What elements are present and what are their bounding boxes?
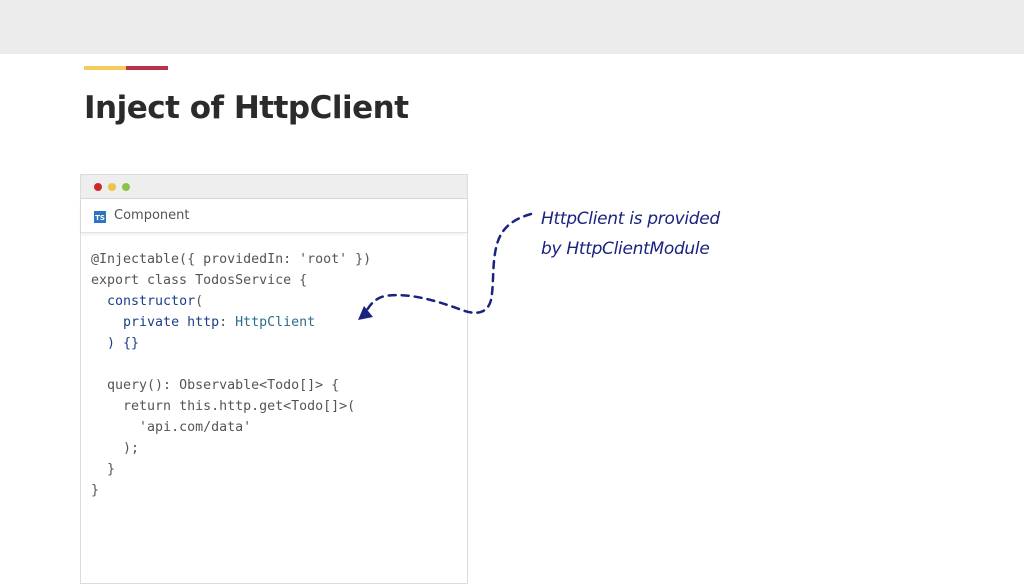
code-line: 'api.com/data': [91, 417, 371, 438]
annotation-line-2: by HttpClientModule: [541, 239, 710, 259]
editor-tab-bar: TS Component: [81, 199, 467, 233]
code-token: (: [195, 294, 204, 309]
tab-component[interactable]: Component: [114, 208, 189, 223]
annotation-line-1: HttpClient is provided: [541, 209, 720, 229]
code-token: constructor: [107, 294, 196, 309]
typescript-icon: TS: [94, 211, 106, 223]
code-token: private http: [123, 315, 220, 330]
code-line: ) {}: [91, 333, 371, 354]
maximize-dot-icon[interactable]: [122, 183, 130, 191]
code-line: constructor(: [91, 291, 371, 312]
code-token: ) {}: [107, 336, 140, 351]
editor-titlebar: [81, 175, 467, 199]
code-line: export class TodosService {: [91, 270, 371, 291]
slide-title: Inject of HttpClient: [84, 90, 409, 126]
accent-bar-red: [126, 66, 168, 70]
code-editor-window: TS Component @Injectable({ providedIn: '…: [80, 174, 468, 584]
code-token: );: [123, 441, 140, 456]
code-token: }: [107, 462, 116, 477]
code-token: 'api.com/data': [139, 420, 252, 435]
annotation-note: HttpClient is provided by HttpClientModu…: [541, 204, 720, 264]
code-line: }: [91, 480, 371, 501]
code-line: );: [91, 438, 371, 459]
code-line: return this.http.get<Todo[]>(: [91, 396, 371, 417]
code-line: @Injectable({ providedIn: 'root' }): [91, 249, 371, 270]
code-token: query(): Observable<Todo[]> {: [107, 378, 340, 393]
code-block: @Injectable({ providedIn: 'root' }) expor…: [91, 249, 371, 501]
code-line: private http: HttpClient: [91, 312, 371, 333]
code-token: }: [91, 483, 100, 498]
accent-bar-yellow: [84, 66, 126, 70]
code-token: @Injectable({ providedIn: 'root' }): [91, 252, 372, 267]
close-dot-icon[interactable]: [94, 183, 102, 191]
code-token: HttpClient: [235, 315, 316, 330]
minimize-dot-icon[interactable]: [108, 183, 116, 191]
code-line: }: [91, 459, 371, 480]
code-token: return this.http.get<Todo[]>(: [123, 399, 356, 414]
code-token: export class TodosService {: [91, 273, 308, 288]
code-line: query(): Observable<Todo[]> {: [91, 375, 371, 396]
code-token: :: [219, 315, 236, 330]
top-band: [0, 0, 1024, 54]
